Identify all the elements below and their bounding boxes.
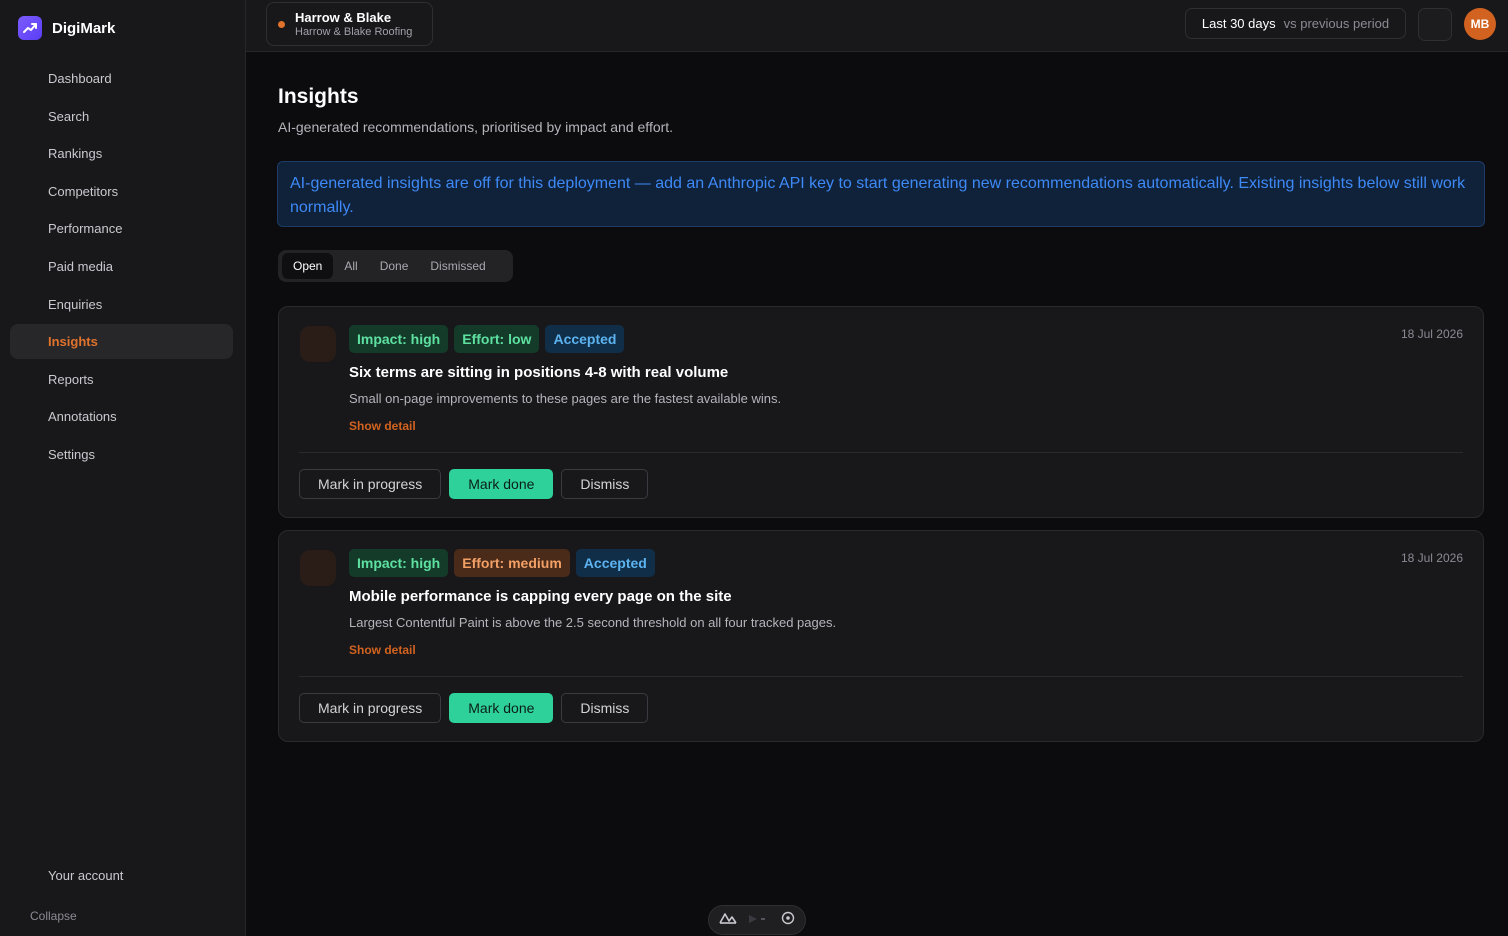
settings-icon[interactable] — [781, 911, 795, 930]
page-title: Insights — [278, 85, 359, 108]
divider-icon — [747, 911, 771, 929]
impact-badge: Impact: high — [349, 549, 449, 577]
divider — [299, 452, 1463, 453]
sidebar-item-search[interactable]: Search — [10, 99, 233, 134]
sidebar-nav: Dashboard Search Rankings Competitors Pe… — [10, 61, 233, 475]
mark-in-progress-button[interactable]: Mark in progress — [299, 469, 442, 499]
logo-icon[interactable] — [719, 911, 737, 929]
insight-card: Impact: high Effort: medium Accepted 18 … — [278, 530, 1484, 742]
brand-name: DigiMark — [52, 19, 116, 37]
sidebar-item-performance[interactable]: Performance — [10, 211, 233, 246]
client-switcher[interactable]: Harrow & Blake Harrow & Blake Roofing — [266, 2, 433, 46]
dismiss-button[interactable]: Dismiss — [561, 469, 649, 499]
mark-in-progress-button[interactable]: Mark in progress — [299, 693, 442, 723]
effort-badge: Effort: medium — [454, 549, 570, 577]
tab-dismissed[interactable]: Dismissed — [419, 253, 496, 279]
info-banner: AI-generated insights are off for this d… — [277, 161, 1485, 227]
sidebar-item-enquiries[interactable]: Enquiries — [10, 287, 233, 322]
impact-badge: Impact: high — [349, 325, 449, 353]
sidebar-item-reports[interactable]: Reports — [10, 362, 233, 397]
top-bar: Harrow & Blake Harrow & Blake Roofing La… — [246, 0, 1508, 52]
sidebar-item-rankings[interactable]: Rankings — [10, 136, 233, 171]
tab-open[interactable]: Open — [282, 253, 334, 279]
sidebar-item-insights[interactable]: Insights — [10, 324, 233, 360]
brand[interactable]: DigiMark — [18, 16, 115, 40]
sidebar-item-annotations[interactable]: Annotations — [10, 399, 233, 434]
status-badge: Accepted — [575, 549, 655, 577]
insight-title: Mobile performance is capping every page… — [349, 588, 732, 605]
status-badge: Accepted — [545, 325, 625, 353]
show-detail-link[interactable]: Show detail — [349, 643, 416, 657]
dev-toolbar[interactable] — [708, 905, 806, 935]
mark-done-button[interactable]: Mark done — [449, 469, 554, 499]
insight-card: Impact: high Effort: low Accepted 18 Jul… — [278, 306, 1484, 518]
divider — [299, 676, 1463, 677]
client-subtitle: Harrow & Blake Roofing — [295, 26, 413, 38]
tab-all[interactable]: All — [333, 253, 368, 279]
show-detail-link[interactable]: Show detail — [349, 419, 416, 433]
insight-description: Largest Contentful Paint is above the 2.… — [349, 615, 837, 630]
insight-badges: Impact: high Effort: medium Accepted — [349, 549, 655, 577]
theme-toggle-button[interactable] — [1418, 8, 1452, 41]
avatar[interactable]: MB — [1464, 8, 1496, 40]
mark-done-button[interactable]: Mark done — [449, 693, 554, 723]
insight-actions: Mark in progress Mark done Dismiss — [299, 469, 649, 499]
your-account-link[interactable]: Your account — [48, 868, 123, 883]
insight-icon — [300, 550, 336, 586]
sidebar: DigiMark Dashboard Search Rankings Compe… — [0, 0, 246, 936]
dismiss-button[interactable]: Dismiss — [561, 693, 649, 723]
sidebar-item-settings[interactable]: Settings — [10, 437, 233, 472]
sidebar-item-competitors[interactable]: Competitors — [10, 174, 233, 209]
collapse-button[interactable]: Collapse — [30, 909, 77, 923]
trending-up-icon — [18, 16, 42, 40]
insight-date: 18 Jul 2026 — [1400, 551, 1463, 565]
period-comparison: vs previous period — [1283, 16, 1390, 31]
sidebar-item-dashboard[interactable]: Dashboard — [10, 61, 233, 96]
period-selector[interactable]: Last 30 days vs previous period — [1185, 8, 1406, 39]
insight-title: Six terms are sitting in positions 4-8 w… — [349, 364, 729, 381]
client-status-dot — [278, 21, 285, 28]
insight-badges: Impact: high Effort: low Accepted — [349, 325, 625, 353]
insight-date: 18 Jul 2026 — [1400, 327, 1463, 341]
effort-badge: Effort: low — [454, 325, 540, 353]
page-subtitle: AI-generated recommendations, prioritise… — [278, 119, 674, 135]
period-label: Last 30 days — [1201, 16, 1276, 31]
sidebar-item-paid-media[interactable]: Paid media — [10, 249, 233, 284]
insight-description: Small on-page improvements to these page… — [349, 391, 782, 406]
insight-actions: Mark in progress Mark done Dismiss — [299, 693, 649, 723]
insight-icon — [300, 326, 336, 362]
status-tabs: Open All Done Dismissed — [278, 250, 513, 282]
client-name: Harrow & Blake — [295, 10, 392, 25]
tab-done[interactable]: Done — [369, 253, 420, 279]
